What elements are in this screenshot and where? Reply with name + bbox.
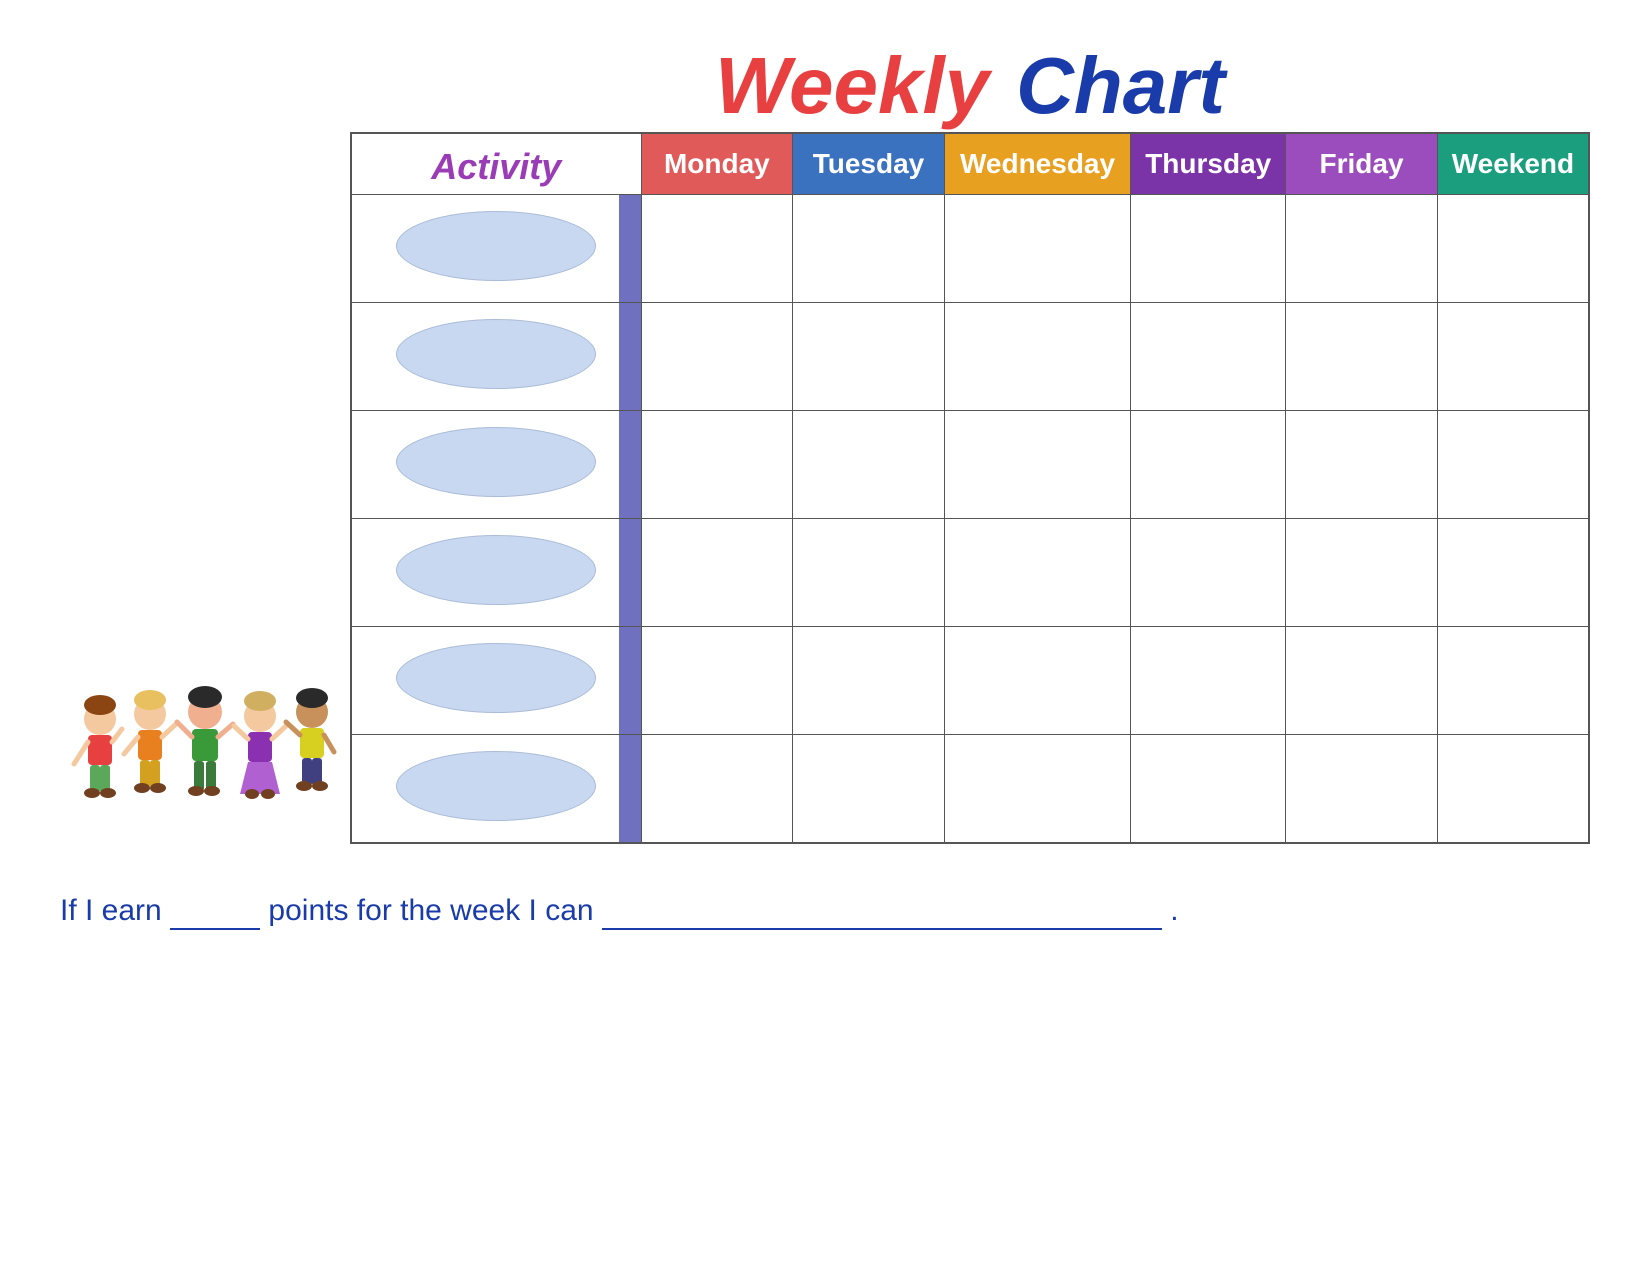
day-cell[interactable]: [1437, 303, 1589, 411]
day-cell[interactable]: [1286, 303, 1438, 411]
day-cell[interactable]: [641, 303, 793, 411]
day-cell[interactable]: [1131, 195, 1286, 303]
day-cell[interactable]: [793, 411, 945, 519]
children-area: [60, 674, 350, 844]
main-section: Activity Monday Tuesday Wednesday Thursd…: [60, 132, 1590, 844]
day-cell[interactable]: [1437, 195, 1589, 303]
activity-label: Activity: [431, 146, 561, 187]
day-cell[interactable]: [641, 735, 793, 844]
children-illustration: [70, 674, 340, 844]
activity-oval[interactable]: [396, 319, 596, 389]
reward-blank[interactable]: [602, 894, 1162, 930]
table-row: [351, 735, 1589, 844]
day-cell[interactable]: [1286, 519, 1438, 627]
day-cell[interactable]: [944, 519, 1130, 627]
chart-wrapper: Activity Monday Tuesday Wednesday Thursd…: [350, 132, 1590, 844]
table-row: [351, 303, 1589, 411]
day-cell[interactable]: [1131, 519, 1286, 627]
day-cell[interactable]: [1437, 519, 1589, 627]
day-cell[interactable]: [793, 735, 945, 844]
activity-cell: [351, 519, 641, 627]
day-cell[interactable]: [1286, 627, 1438, 735]
friday-header: Friday: [1286, 133, 1438, 195]
activity-oval[interactable]: [396, 643, 596, 713]
monday-header: Monday: [641, 133, 793, 195]
page-header: Weekly Chart: [60, 40, 1590, 132]
day-cell[interactable]: [1437, 411, 1589, 519]
day-cell[interactable]: [793, 303, 945, 411]
weekly-chart-table: Activity Monday Tuesday Wednesday Thursd…: [350, 132, 1590, 844]
day-cell[interactable]: [1131, 411, 1286, 519]
day-cell[interactable]: [1286, 735, 1438, 844]
activity-oval[interactable]: [396, 751, 596, 821]
day-cell[interactable]: [1131, 303, 1286, 411]
activity-cell: [351, 627, 641, 735]
day-cell[interactable]: [944, 303, 1130, 411]
day-cell[interactable]: [793, 519, 945, 627]
day-cell[interactable]: [944, 411, 1130, 519]
table-row: [351, 627, 1589, 735]
day-cell[interactable]: [641, 519, 793, 627]
table-row: [351, 195, 1589, 303]
bottom-prefix: If I earn: [60, 894, 162, 927]
thursday-header: Thursday: [1131, 133, 1286, 195]
activity-oval[interactable]: [396, 211, 596, 281]
header-row: Activity Monday Tuesday Wednesday Thursd…: [351, 133, 1589, 195]
activity-cell: [351, 303, 641, 411]
day-cell[interactable]: [641, 195, 793, 303]
day-cell[interactable]: [793, 627, 945, 735]
activity-cell: [351, 195, 641, 303]
day-cell[interactable]: [1437, 735, 1589, 844]
wednesday-header: Wednesday: [944, 133, 1130, 195]
activity-header: Activity: [351, 133, 641, 195]
title-area: Weekly Chart: [350, 40, 1590, 132]
activity-cell: [351, 735, 641, 844]
title-weekly: Weekly: [715, 41, 989, 130]
day-cell[interactable]: [1131, 735, 1286, 844]
bottom-text-area: If I earn points for the week I can .: [60, 894, 1590, 930]
day-cell[interactable]: [944, 195, 1130, 303]
activity-cell: [351, 411, 641, 519]
title-chart: Chart: [1016, 41, 1225, 130]
bottom-middle: points for the week I can: [268, 894, 593, 927]
day-cell[interactable]: [1286, 411, 1438, 519]
day-cell[interactable]: [641, 627, 793, 735]
table-row: [351, 519, 1589, 627]
tuesday-header: Tuesday: [793, 133, 945, 195]
day-cell[interactable]: [944, 627, 1130, 735]
points-blank[interactable]: [170, 894, 260, 930]
activity-oval[interactable]: [396, 535, 596, 605]
bottom-suffix: .: [1170, 894, 1178, 927]
day-cell[interactable]: [1437, 627, 1589, 735]
activity-oval[interactable]: [396, 427, 596, 497]
day-cell[interactable]: [641, 411, 793, 519]
day-cell[interactable]: [944, 735, 1130, 844]
day-cell[interactable]: [1131, 627, 1286, 735]
day-cell[interactable]: [793, 195, 945, 303]
weekend-header: Weekend: [1437, 133, 1589, 195]
table-row: [351, 411, 1589, 519]
day-cell[interactable]: [1286, 195, 1438, 303]
